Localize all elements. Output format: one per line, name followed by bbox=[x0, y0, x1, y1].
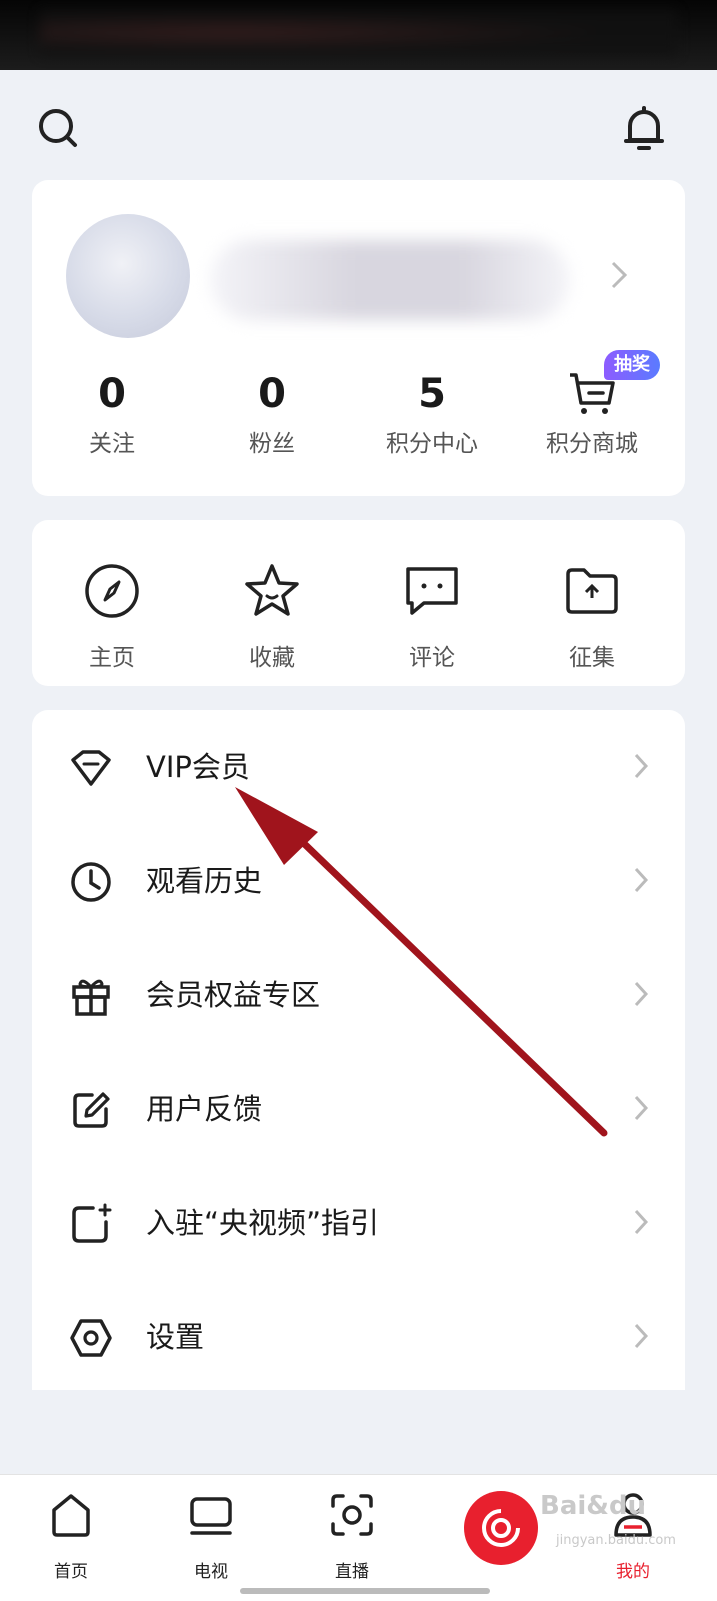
tab-home[interactable]: 首页 bbox=[16, 1485, 126, 1582]
stat-points[interactable]: 5 积分中心 bbox=[352, 370, 512, 458]
home-indicator bbox=[240, 1588, 490, 1594]
compass-icon bbox=[85, 564, 139, 618]
bottom-tab-bar: 首页 电视 直播 我的 Bai&du jingyan.baidu.com bbox=[0, 1474, 717, 1601]
folder-upload-icon bbox=[566, 568, 618, 614]
menu-item-benefits-label: 会员权益专区 bbox=[146, 978, 321, 1012]
chevron-right-icon bbox=[634, 1095, 649, 1121]
menu-item-feedback[interactable]: 用户反馈 bbox=[32, 1052, 685, 1166]
points-shop[interactable]: 积分商城 bbox=[512, 370, 672, 458]
quick-homepage[interactable]: 主页 bbox=[32, 556, 192, 672]
tab-mine-label: 我的 bbox=[616, 1562, 650, 1582]
notification-button[interactable] bbox=[616, 100, 672, 156]
watermark-subtext: jingyan.baidu.com bbox=[556, 1533, 676, 1548]
comment-icon bbox=[406, 567, 458, 615]
search-button[interactable] bbox=[30, 100, 86, 156]
stat-fans-label: 粉丝 bbox=[249, 431, 295, 457]
hexagon-settings-icon bbox=[70, 1319, 112, 1357]
menu-item-join-guide-label: 入驻“央视频”指引 bbox=[146, 1206, 380, 1240]
quick-comments-label: 评论 bbox=[409, 645, 455, 671]
edit-icon bbox=[73, 1092, 110, 1128]
add-square-icon bbox=[72, 1203, 112, 1243]
home-icon bbox=[52, 1494, 90, 1537]
profile-card: 0 关注 0 粉丝 5 积分中心 积分商城 抽奖 bbox=[32, 180, 685, 496]
quick-comments[interactable]: 评论 bbox=[352, 556, 512, 672]
center-action-button[interactable] bbox=[464, 1491, 538, 1565]
username-blurred[interactable] bbox=[210, 240, 570, 320]
watermark-text: Bai&du bbox=[540, 1491, 647, 1521]
chevron-right-icon bbox=[634, 867, 649, 893]
menu-item-vip-label: VIP会员 bbox=[146, 750, 250, 784]
tab-live-label: 直播 bbox=[335, 1562, 369, 1582]
stat-points-count: 5 bbox=[418, 371, 446, 417]
menu-item-history-label: 观看历史 bbox=[146, 864, 263, 898]
menu-item-feedback-label: 用户反馈 bbox=[146, 1092, 263, 1126]
menu-card: VIP会员 观看历史 会员权益专区 用户反馈 入驻“央视频”指引 设置 bbox=[32, 710, 685, 1390]
tab-home-label: 首页 bbox=[54, 1562, 88, 1582]
tv-icon bbox=[190, 1497, 232, 1535]
search-icon bbox=[39, 109, 77, 147]
tab-live[interactable]: 直播 bbox=[297, 1485, 407, 1582]
bell-icon bbox=[624, 106, 664, 150]
clock-icon bbox=[71, 862, 111, 902]
menu-item-join-guide[interactable]: 入驻“央视频”指引 bbox=[32, 1166, 685, 1280]
diamond-icon bbox=[71, 750, 111, 786]
live-icon bbox=[331, 1494, 373, 1536]
stat-points-label: 积分中心 bbox=[386, 431, 478, 457]
quick-collect[interactable]: 征集 bbox=[512, 556, 672, 672]
chevron-right-icon bbox=[634, 753, 649, 779]
stat-following-count: 0 bbox=[98, 371, 126, 417]
stat-fans-count: 0 bbox=[258, 371, 286, 417]
tab-tv[interactable]: 电视 bbox=[156, 1485, 266, 1582]
lottery-badge: 抽奖 bbox=[604, 350, 660, 380]
menu-item-settings-label: 设置 bbox=[146, 1320, 205, 1354]
star-icon bbox=[245, 564, 299, 616]
menu-item-settings[interactable]: 设置 bbox=[32, 1280, 685, 1394]
menu-item-history[interactable]: 观看历史 bbox=[32, 824, 685, 938]
gift-icon bbox=[72, 979, 110, 1016]
status-bar bbox=[0, 0, 717, 70]
chevron-right-icon bbox=[634, 1209, 649, 1235]
quick-favorites-label: 收藏 bbox=[249, 645, 295, 671]
chevron-right-icon bbox=[634, 1323, 649, 1349]
quick-actions-card: 主页 收藏 评论 征集 bbox=[32, 520, 685, 686]
stat-following[interactable]: 0 关注 bbox=[32, 370, 192, 458]
avatar[interactable] bbox=[66, 214, 190, 338]
quick-favorites[interactable]: 收藏 bbox=[192, 556, 352, 672]
quick-collect-label: 征集 bbox=[569, 645, 615, 671]
quick-homepage-label: 主页 bbox=[89, 645, 135, 671]
stat-following-label: 关注 bbox=[89, 431, 135, 457]
stat-fans[interactable]: 0 粉丝 bbox=[192, 370, 352, 458]
chevron-right-icon bbox=[634, 981, 649, 1007]
points-shop-label: 积分商城 bbox=[546, 431, 638, 457]
status-bar-blurred bbox=[40, 10, 677, 55]
menu-item-benefits[interactable]: 会员权益专区 bbox=[32, 938, 685, 1052]
tab-tv-label: 电视 bbox=[194, 1562, 228, 1582]
profile-chevron-right-icon[interactable] bbox=[610, 260, 628, 290]
logo-swirl-icon bbox=[482, 1509, 520, 1547]
menu-item-vip[interactable]: VIP会员 bbox=[32, 710, 685, 824]
